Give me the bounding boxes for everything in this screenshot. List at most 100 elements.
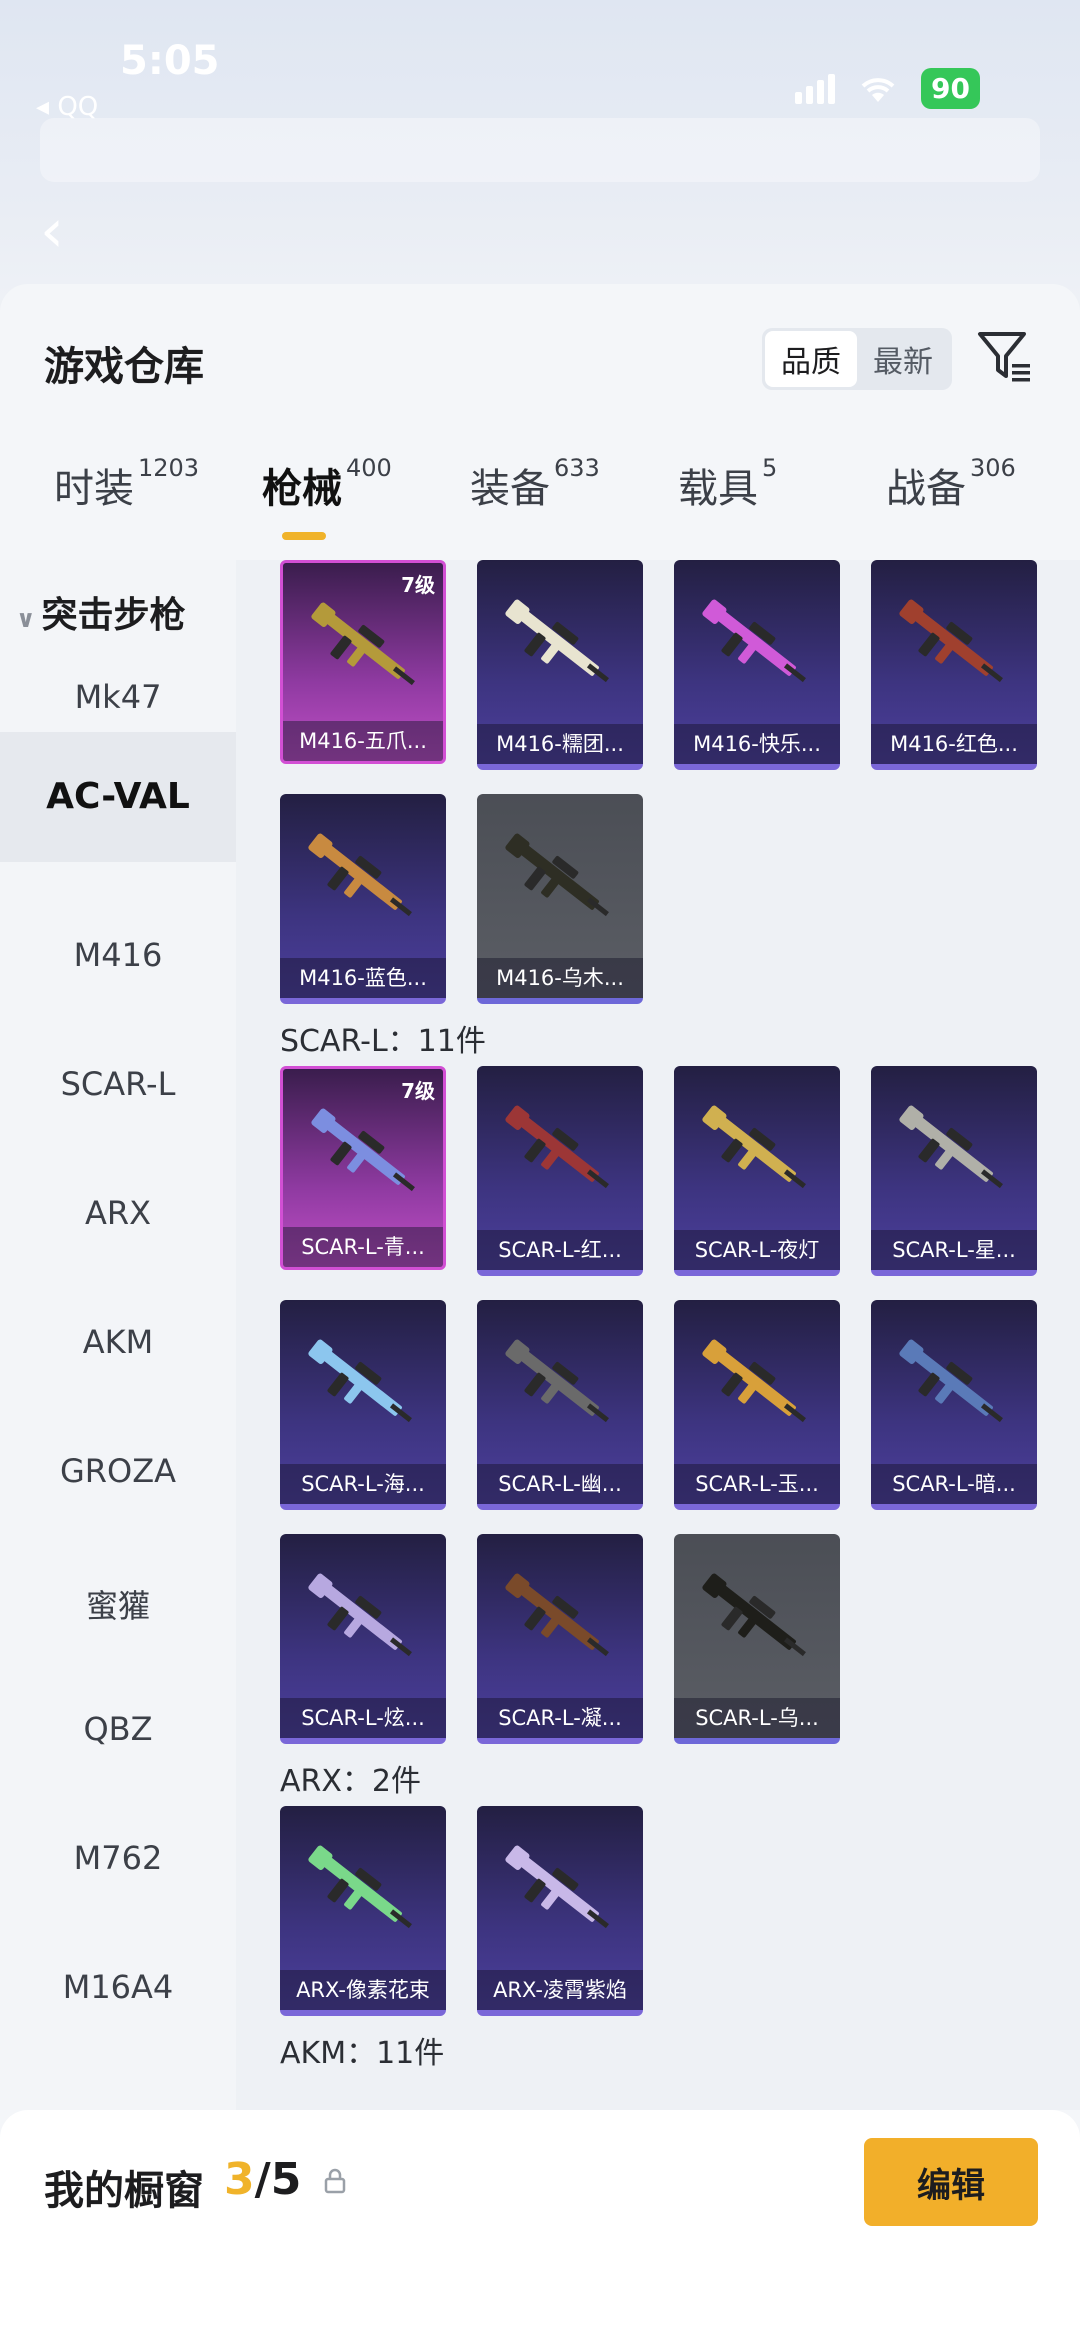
tab-count: 5: [762, 454, 778, 482]
group-title: ARX：2件: [280, 1764, 422, 1799]
sidebar-item-m762[interactable]: M762: [0, 1839, 236, 1877]
weapon-grid: 7级 M416-五爪... M416-糯团... M416-快乐... M416-红色.…: [236, 560, 1080, 2110]
rifle-icon: [505, 1573, 609, 1657]
rifle-icon: [308, 1573, 412, 1657]
weapon-card[interactable]: M416-乌木...: [477, 794, 643, 1004]
filter-icon[interactable]: [976, 328, 1034, 386]
wifi-icon: [857, 74, 899, 104]
status-icons: 90: [795, 68, 980, 109]
weapon-name: M416-糯团...: [477, 724, 643, 764]
weapon-name: SCAR-L-炫...: [280, 1698, 446, 1738]
background-panel: [40, 118, 1040, 182]
tab-count: 633: [554, 454, 600, 482]
sidebar-category-label: 突击步枪: [41, 595, 186, 636]
tab-vehicles[interactable]: 载具 5: [678, 454, 778, 514]
weapon-card[interactable]: 7级 SCAR-L-青...: [280, 1066, 446, 1270]
signal-icon: [795, 73, 836, 104]
battery-indicator: 90: [921, 68, 980, 109]
weapon-card[interactable]: SCAR-L-凝...: [477, 1534, 643, 1744]
tab-guns[interactable]: 枪械 400: [262, 454, 392, 514]
rifle-icon: [308, 1339, 412, 1423]
rifle-icon: [702, 1573, 806, 1657]
sidebar-item-qbz[interactable]: QBZ: [0, 1710, 236, 1748]
weapon-name: M416-红色...: [871, 724, 1037, 764]
rifle-icon: [311, 602, 415, 686]
rifle-icon: [505, 1339, 609, 1423]
active-tab-indicator: [282, 532, 326, 540]
weapon-name: SCAR-L-暗...: [871, 1464, 1037, 1504]
tab-fashion[interactable]: 时装 1203: [54, 454, 199, 514]
sidebar-item-ac-val[interactable]: AC-VAL: [0, 732, 236, 862]
rifle-icon: [899, 1339, 1003, 1423]
weapon-name: SCAR-L-乌...: [674, 1698, 840, 1738]
tab-count: 400: [346, 454, 392, 482]
weapon-name: ARX-像素花束: [280, 1970, 446, 2010]
sidebar-item-m416[interactable]: M416: [0, 936, 236, 974]
weapon-name: SCAR-L-青...: [283, 1227, 443, 1267]
showcase-total: /5: [254, 2154, 302, 2205]
weapon-card[interactable]: SCAR-L-乌...: [674, 1534, 840, 1744]
weapon-card[interactable]: ARX-凌霄紫焰: [477, 1806, 643, 2016]
sidebar-item-honey-badger[interactable]: 蜜獾: [0, 1581, 236, 1627]
weapon-card[interactable]: SCAR-L-暗...: [871, 1300, 1037, 1510]
rifle-icon: [505, 1105, 609, 1189]
category-tabs: 时装 1203 枪械 400 装备 633 载具 5 战备 306: [0, 454, 1080, 536]
weapon-name: SCAR-L-夜灯: [674, 1230, 840, 1270]
rifle-icon: [311, 1108, 415, 1192]
weapon-type-sidebar: ∨ 突击步枪 Mk47 AC-VAL M416 SCAR-L ARX AKM GR…: [0, 560, 236, 2110]
weapon-card[interactable]: M416-红色...: [871, 560, 1037, 770]
weapon-name: M416-蓝色...: [280, 958, 446, 998]
weapon-name: SCAR-L-幽...: [477, 1464, 643, 1504]
weapon-name: ARX-凌霄紫焰: [477, 1970, 643, 2010]
lock-icon: [322, 2168, 348, 2194]
weapon-name: SCAR-L-海...: [280, 1464, 446, 1504]
tab-label: 装备: [470, 466, 550, 512]
weapon-name: SCAR-L-凝...: [477, 1698, 643, 1738]
sort-toggle: 品质 最新: [762, 328, 952, 390]
sidebar-item-mk47[interactable]: Mk47: [0, 678, 236, 716]
warehouse-sheet: 游戏仓库 品质 最新 时装 1203 枪械 400 装备 633 载具 5 战备 306 …: [0, 284, 1080, 2348]
weapon-card[interactable]: M416-蓝色...: [280, 794, 446, 1004]
status-time: 5:05: [120, 38, 220, 84]
sidebar-item-arx[interactable]: ARX: [0, 1194, 236, 1232]
edit-button[interactable]: 编辑: [864, 2138, 1038, 2226]
weapon-card[interactable]: M416-糯团...: [477, 560, 643, 770]
chevron-down-icon: ∨: [16, 605, 36, 633]
return-to-app-link[interactable]: ◂ QQ: [36, 92, 98, 122]
sidebar-item-groza[interactable]: GROZA: [0, 1452, 236, 1490]
weapon-card[interactable]: ARX-像素花束: [280, 1806, 446, 2016]
weapon-level: 7级: [401, 573, 435, 597]
group-title: AKM：11件: [280, 2036, 445, 2071]
weapon-name: M416-乌木...: [477, 958, 643, 998]
weapon-card[interactable]: SCAR-L-玉...: [674, 1300, 840, 1510]
rifle-icon: [702, 599, 806, 683]
weapon-card[interactable]: 7级 M416-五爪...: [280, 560, 446, 764]
rifle-icon: [505, 833, 609, 917]
showcase-bar: 我的橱窗 3/5 编辑: [0, 2110, 1080, 2348]
showcase-title: 我的橱窗: [44, 2168, 204, 2214]
weapon-name: M416-快乐...: [674, 724, 840, 764]
weapon-name: SCAR-L-玉...: [674, 1464, 840, 1504]
tab-count: 306: [970, 454, 1016, 482]
sidebar-category-assault-rifles[interactable]: ∨ 突击步枪: [16, 586, 252, 638]
tab-equipment[interactable]: 装备 633: [470, 454, 600, 514]
sidebar-item-m16a4[interactable]: M16A4: [0, 1968, 236, 2006]
weapon-card[interactable]: SCAR-L-海...: [280, 1300, 446, 1510]
sort-quality-button[interactable]: 品质: [765, 331, 857, 387]
weapon-card[interactable]: M416-快乐...: [674, 560, 840, 770]
sort-newest-button[interactable]: 最新: [857, 331, 949, 387]
weapon-card[interactable]: SCAR-L-炫...: [280, 1534, 446, 1744]
weapon-card[interactable]: SCAR-L-星...: [871, 1066, 1037, 1276]
tab-label: 时装: [54, 466, 134, 512]
sidebar-item-scar-l[interactable]: SCAR-L: [0, 1065, 236, 1103]
weapon-card[interactable]: SCAR-L-红...: [477, 1066, 643, 1276]
sidebar-item-akm[interactable]: AKM: [0, 1323, 236, 1361]
weapon-name: SCAR-L-红...: [477, 1230, 643, 1270]
rifle-icon: [308, 1845, 412, 1929]
weapon-card[interactable]: SCAR-L-幽...: [477, 1300, 643, 1510]
rifle-icon: [505, 599, 609, 683]
weapon-card[interactable]: SCAR-L-夜灯: [674, 1066, 840, 1276]
tab-combat-gear[interactable]: 战备 306: [886, 454, 1016, 514]
tab-label: 载具: [678, 466, 758, 512]
weapon-name: M416-五爪...: [283, 721, 443, 761]
